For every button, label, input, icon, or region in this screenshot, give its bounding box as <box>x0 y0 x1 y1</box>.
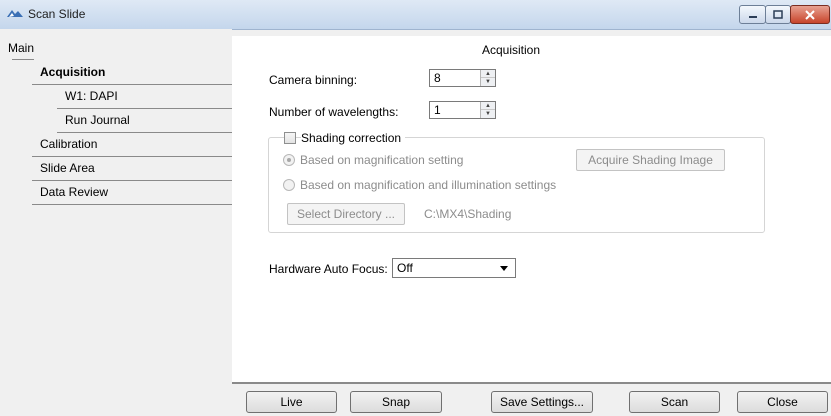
hardware-autofocus-select[interactable]: Off <box>392 258 516 278</box>
camera-binning-value: 8 <box>434 71 441 85</box>
num-wavelengths-value: 1 <box>434 103 441 117</box>
shading-correction-label: Shading correction <box>301 131 406 145</box>
spin-down-icon[interactable]: ▼ <box>481 78 495 86</box>
num-wavelengths-spinner[interactable]: 1 ▲ ▼ <box>429 101 496 119</box>
close-icon <box>805 9 815 20</box>
shading-correction-checkbox[interactable] <box>284 132 296 144</box>
nav-item-run-journal[interactable]: Run Journal <box>57 109 232 133</box>
close-button[interactable]: Close <box>737 391 828 413</box>
acquisition-panel: Acquisition Camera binning: 8 ▲ ▼ Number… <box>232 36 831 382</box>
close-window-button[interactable] <box>790 5 830 24</box>
minimize-button[interactable] <box>739 5 766 24</box>
divider <box>232 382 831 384</box>
acquire-shading-image-button: Acquire Shading Image <box>576 149 725 171</box>
navigation-panel: Main Acquisition W1: DAPI Run Journal Ca… <box>0 29 232 416</box>
camera-binning-label: Camera binning: <box>269 73 358 87</box>
spin-down-icon[interactable]: ▼ <box>481 110 495 118</box>
divider <box>12 59 34 60</box>
minimize-icon <box>748 15 757 18</box>
nav-main[interactable]: Main <box>0 37 232 61</box>
num-wavelengths-label: Number of wavelengths: <box>269 105 399 119</box>
camera-binning-spinner[interactable]: 8 ▲ ▼ <box>429 69 496 87</box>
radio-mag-illumination <box>283 179 295 191</box>
spin-up-icon[interactable]: ▲ <box>481 70 495 78</box>
spinner-arrows[interactable]: ▲ ▼ <box>480 70 495 86</box>
maximize-icon <box>773 10 783 19</box>
select-directory-button: Select Directory ... <box>287 203 405 225</box>
autofocus-value: Off <box>397 261 413 275</box>
window-title: Scan Slide <box>28 7 86 21</box>
radio-mag-illumination-label: Based on magnification and illumination … <box>300 178 557 192</box>
nav-item-data-review[interactable]: Data Review <box>32 181 232 205</box>
nav-item-calibration[interactable]: Calibration <box>32 133 232 157</box>
radio-magnification <box>283 154 295 166</box>
nav-item-w1-dapi[interactable]: W1: DAPI <box>57 85 232 109</box>
title-bar: Scan Slide <box>0 0 831 30</box>
spin-up-icon[interactable]: ▲ <box>481 102 495 110</box>
scan-button[interactable]: Scan <box>629 391 720 413</box>
nav-item-acquisition[interactable]: Acquisition <box>32 61 232 85</box>
snap-button[interactable]: Snap <box>350 391 442 413</box>
live-button[interactable]: Live <box>246 391 337 413</box>
save-settings-button[interactable]: Save Settings... <box>491 391 593 413</box>
nav-item-slide-area[interactable]: Slide Area <box>32 157 232 181</box>
radio-magnification-label: Based on magnification setting <box>300 153 464 167</box>
app-icon <box>7 10 23 17</box>
chevron-down-icon <box>500 266 508 271</box>
maximize-button[interactable] <box>765 5 791 24</box>
hardware-autofocus-label: Hardware Auto Focus: <box>269 262 388 276</box>
shading-directory-path: C:\MX4\Shading <box>424 207 512 221</box>
section-title: Acquisition <box>482 43 541 57</box>
spinner-arrows[interactable]: ▲ ▼ <box>480 102 495 118</box>
